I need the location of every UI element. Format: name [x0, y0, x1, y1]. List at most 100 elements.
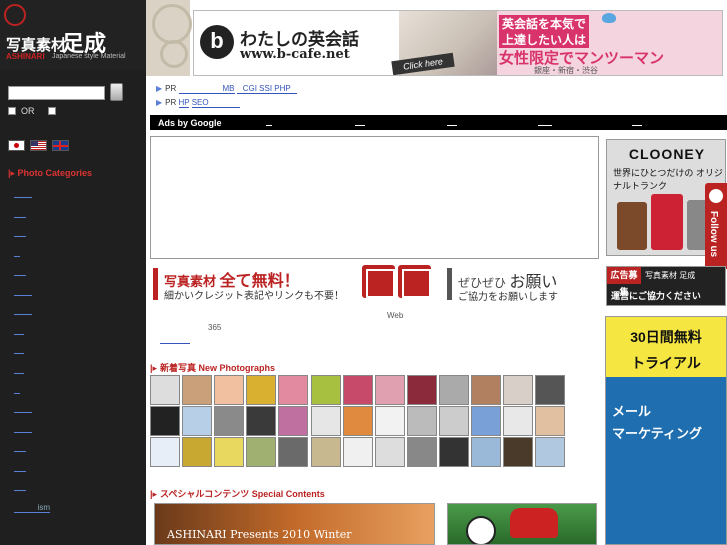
flag-usa-icon[interactable] — [30, 140, 47, 151]
pr-link[interactable]: CGI SSI PHP — [236, 84, 297, 94]
flag-japan-icon[interactable] — [8, 140, 25, 151]
photo-thumbnail[interactable] — [343, 375, 373, 405]
category-link[interactable] — [14, 405, 32, 413]
photo-thumbnail[interactable] — [214, 406, 244, 436]
category-link[interactable] — [14, 386, 20, 394]
trial-header: 30日間無料 トライアル — [606, 317, 726, 377]
category-link[interactable] — [14, 327, 24, 335]
recruit-site: 写真素材 足成 — [645, 271, 696, 280]
seal-stamps — [362, 265, 432, 301]
pr-link[interactable]: SEO — [191, 98, 240, 108]
ads-by-google-link[interactable]: Ads by Google — [158, 118, 222, 128]
photo-thumbnail[interactable] — [278, 406, 308, 436]
photo-thumbnail[interactable] — [343, 437, 373, 467]
text-link[interactable] — [160, 343, 190, 344]
follow-us-tab[interactable]: Follow us — [705, 183, 727, 269]
logo-english: ASHINARI — [6, 52, 45, 61]
trial-body2: マーケティング — [612, 426, 702, 441]
category-link[interactable] — [14, 229, 26, 237]
photo-thumbnail[interactable] — [214, 437, 244, 467]
heading-mark-icon: |▸ — [150, 489, 158, 499]
photo-thumbnail[interactable] — [407, 375, 437, 405]
category-link[interactable] — [14, 346, 24, 354]
photo-thumbnail[interactable] — [535, 437, 565, 467]
pr-link[interactable]: HP — [178, 98, 190, 108]
photo-thumbnail[interactable] — [375, 406, 405, 436]
special-content-soccer[interactable] — [447, 503, 597, 545]
photo-thumbnail[interactable] — [439, 437, 469, 467]
category-link[interactable] — [14, 190, 32, 198]
photo-thumbnail[interactable] — [535, 375, 565, 405]
search-button[interactable] — [110, 83, 123, 101]
category-link[interactable] — [14, 464, 26, 472]
banner-line2: 上達したい人は — [499, 31, 590, 48]
ads-bar: Ads by Google — [150, 115, 727, 130]
free-promo-sub: 細かいクレジット表記やリンクも不要！ — [164, 291, 344, 302]
photo-thumbnail[interactable] — [182, 375, 212, 405]
photo-thumbnail[interactable] — [439, 406, 469, 436]
photo-thumbnail[interactable] — [278, 375, 308, 405]
category-link[interactable] — [14, 444, 26, 452]
flag-uk-icon[interactable] — [52, 140, 69, 151]
heading-mark-icon: |▸ — [150, 363, 158, 373]
photo-thumbnail[interactable] — [311, 375, 341, 405]
or-label: OR — [21, 106, 35, 116]
photo-thumbnail[interactable] — [311, 437, 341, 467]
photo-thumbnail[interactable] — [375, 375, 405, 405]
category-link[interactable] — [14, 210, 26, 218]
category-link[interactable] — [14, 307, 32, 315]
photo-thumbnail[interactable] — [246, 437, 276, 467]
photo-thumbnail[interactable] — [150, 406, 180, 436]
ad-link[interactable] — [538, 125, 552, 126]
photo-thumbnail[interactable] — [503, 437, 533, 467]
recruit-tag: 広告募集 — [607, 267, 641, 297]
photo-thumbnail[interactable] — [214, 375, 244, 405]
recruit-text: 運営にご協力ください — [611, 291, 701, 301]
search-input[interactable] — [8, 86, 105, 100]
category-link[interactable] — [14, 249, 20, 257]
option-checkbox[interactable] — [48, 107, 56, 115]
or-checkbox[interactable] — [8, 107, 16, 115]
photo-thumbnail[interactable] — [471, 375, 501, 405]
photo-thumbnail[interactable] — [407, 406, 437, 436]
photo-thumbnail[interactable] — [535, 406, 565, 436]
photo-thumbnail[interactable] — [503, 375, 533, 405]
photo-thumbnail[interactable] — [471, 437, 501, 467]
photo-thumbnail[interactable] — [471, 406, 501, 436]
trial-ad[interactable]: 30日間無料 トライアル メール マーケティング — [605, 316, 727, 545]
ad-box[interactable] — [150, 136, 599, 259]
triangle-icon: ▶ — [156, 84, 163, 93]
promo-bar — [447, 268, 452, 300]
bird-icon — [709, 189, 723, 203]
triangle-icon: ▶ — [156, 98, 163, 107]
shoe-image — [510, 508, 558, 538]
category-link[interactable] — [14, 268, 26, 276]
photo-thumbnail[interactable] — [407, 437, 437, 467]
banner-ad[interactable]: b わたしの英会話 www.b-cafe.net Click here 英会話を… — [193, 10, 723, 76]
special-content-winter[interactable]: ASHINARI Presents 2010 Winter ... — [154, 503, 435, 545]
photo-thumbnail[interactable] — [278, 437, 308, 467]
photo-thumbnail[interactable] — [311, 406, 341, 436]
category-link[interactable] — [14, 288, 32, 296]
photo-thumbnail[interactable] — [439, 375, 469, 405]
category-link[interactable] — [14, 425, 32, 433]
site-logo[interactable]: 写真素材 足成 ASHINARI Japanese style Material — [0, 0, 146, 70]
category-link[interactable] — [14, 483, 26, 491]
category-link[interactable] — [14, 366, 24, 374]
ad-link[interactable] — [632, 125, 642, 126]
photo-thumbnail[interactable] — [246, 375, 276, 405]
photo-thumbnail[interactable] — [150, 375, 180, 405]
ad-link[interactable] — [447, 125, 457, 126]
photo-thumbnail[interactable] — [182, 437, 212, 467]
ad-link[interactable] — [266, 125, 272, 126]
photo-thumbnail[interactable] — [343, 406, 373, 436]
photo-thumbnail[interactable] — [182, 406, 212, 436]
photo-thumbnail[interactable] — [503, 406, 533, 436]
photo-thumbnail[interactable] — [150, 437, 180, 467]
pr-link[interactable]: MB — [178, 84, 235, 94]
photo-thumbnail[interactable] — [375, 437, 405, 467]
category-link-ism[interactable]: ism — [14, 503, 50, 513]
ad-link[interactable] — [355, 125, 365, 126]
ad-recruit-banner[interactable]: 広告募集 写真素材 足成 運営にご協力ください — [606, 266, 726, 306]
photo-thumbnail[interactable] — [246, 406, 276, 436]
